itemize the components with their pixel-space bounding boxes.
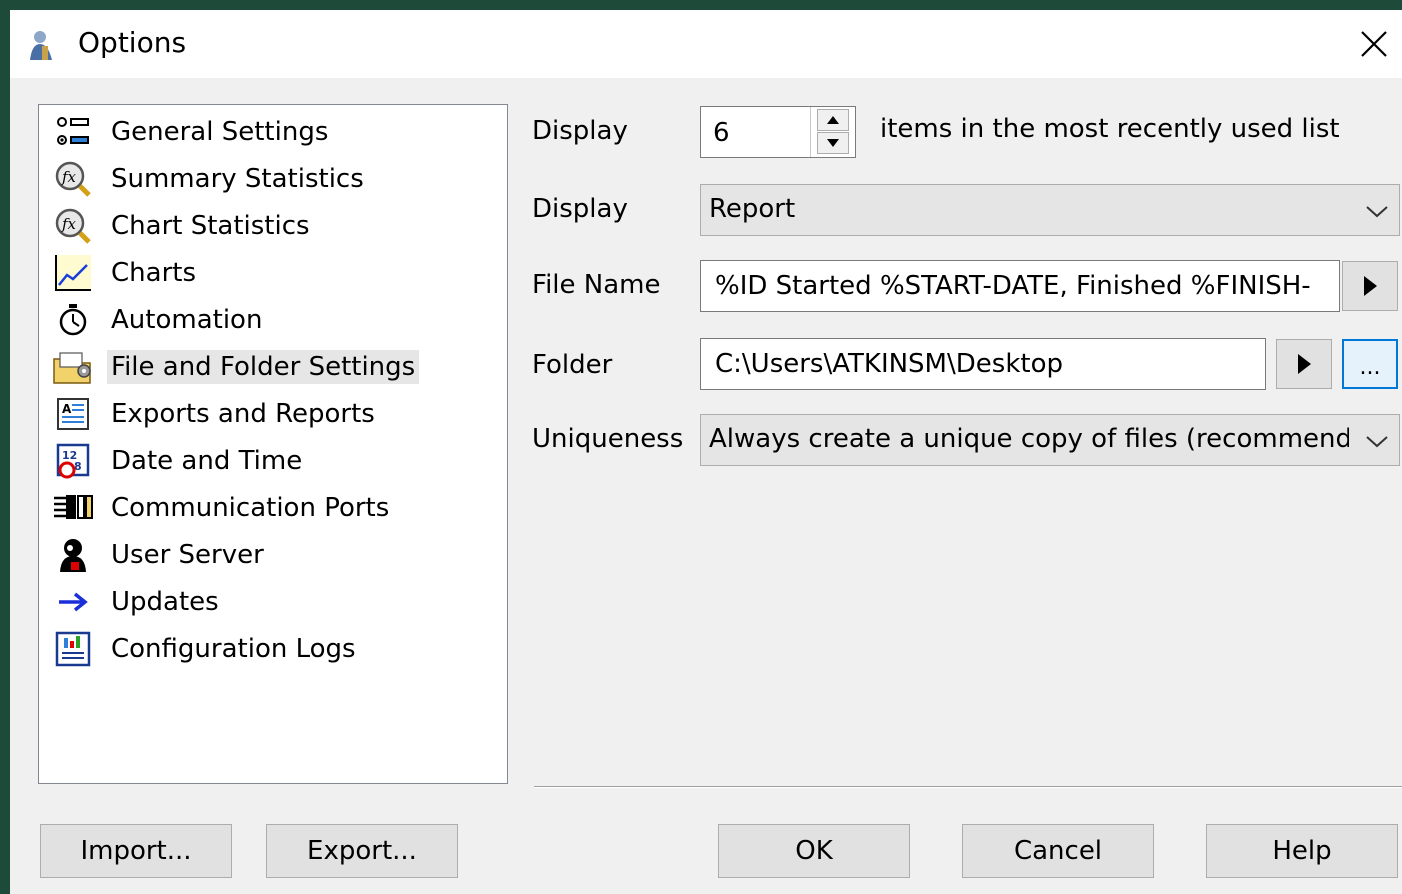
close-button[interactable] — [1346, 10, 1402, 78]
play-arrow-icon — [1298, 354, 1311, 374]
close-icon — [1361, 31, 1387, 57]
tree-item-label: Chart Statistics — [111, 211, 310, 241]
caret-up-icon — [827, 116, 839, 124]
window-title: Options — [78, 26, 187, 59]
tree-item-communication-ports[interactable]: Communication Ports — [51, 485, 393, 531]
tree-item-label: Exports and Reports — [111, 399, 375, 429]
mru-label: Display — [532, 116, 628, 146]
folder-browse-button[interactable]: ... — [1342, 339, 1398, 389]
tree-item-label: General Settings — [111, 117, 329, 147]
config-log-icon — [51, 627, 95, 671]
file-name-field[interactable] — [701, 261, 1339, 311]
file-name-insert-button[interactable] — [1342, 261, 1398, 311]
mru-suffix-text: items in the most recently used list — [880, 114, 1340, 144]
tree-item-exports-and-reports[interactable]: A Exports and Reports — [51, 391, 379, 437]
mru-count-stepper[interactable] — [700, 106, 856, 159]
tree-item-updates[interactable]: Updates — [51, 579, 223, 625]
svg-text:fx: fx — [61, 215, 77, 233]
chevron-down-icon — [1366, 436, 1388, 448]
arrow-right-icon — [51, 580, 95, 624]
tree-item-general-settings[interactable]: General Settings — [51, 109, 332, 155]
tree-item-label: User Server — [111, 540, 264, 570]
line-chart-icon — [51, 251, 95, 295]
export-button[interactable]: Export... — [266, 824, 458, 878]
svg-text:fx: fx — [61, 168, 77, 186]
calendar-clock-icon: 12 8 — [51, 439, 95, 483]
folder-settings-icon — [51, 345, 95, 389]
tree-item-summary-statistics[interactable]: fx Summary Statistics — [51, 156, 368, 202]
tree-item-label: Communication Ports — [111, 493, 390, 523]
tree-item-chart-statistics[interactable]: fx Chart Statistics — [51, 203, 314, 249]
ports-icon — [51, 486, 95, 530]
display-label: Display — [532, 194, 628, 224]
app-icon — [30, 31, 52, 60]
tree-item-user-server[interactable]: User Server — [51, 532, 268, 578]
tree-item-label: Summary Statistics — [111, 164, 364, 194]
folder-input[interactable] — [700, 338, 1266, 390]
tree-item-label: Date and Time — [111, 446, 303, 476]
import-button[interactable]: Import... — [40, 824, 232, 878]
chevron-down-icon — [1366, 206, 1388, 218]
stopwatch-icon — [51, 298, 95, 342]
function-magnifier-icon: fx — [51, 204, 95, 248]
panel-divider — [534, 786, 1402, 788]
tree-item-label: File and Folder Settings — [107, 350, 420, 384]
user-server-icon — [51, 533, 95, 577]
browse-button-label: ... — [1359, 354, 1381, 380]
uniqueness-dropdown[interactable]: Always create a unique copy of files (re… — [700, 414, 1400, 466]
display-dropdown-value: Report — [709, 194, 796, 224]
tree-item-label: Configuration Logs — [111, 634, 356, 664]
report-icon: A — [51, 392, 95, 436]
folder-insert-button[interactable] — [1276, 339, 1332, 389]
settings-list-icon — [51, 110, 95, 154]
tree-item-label: Updates — [111, 587, 219, 617]
ok-button[interactable]: OK — [718, 824, 910, 878]
tree-item-date-and-time[interactable]: 12 8 Date and Time — [51, 438, 306, 484]
svg-text:A: A — [62, 402, 72, 416]
folder-field[interactable] — [701, 339, 1265, 389]
tree-item-configuration-logs[interactable]: Configuration Logs — [51, 626, 360, 672]
title-bar: Options — [10, 10, 1402, 78]
folder-label: Folder — [532, 350, 613, 380]
file-name-input[interactable] — [700, 260, 1340, 312]
spin-down-button[interactable] — [817, 132, 849, 154]
function-magnifier-icon: fx — [51, 157, 95, 201]
tree-item-label: Charts — [111, 258, 196, 288]
tree-item-file-and-folder-settings[interactable]: File and Folder Settings — [51, 344, 420, 390]
file-name-label: File Name — [532, 270, 661, 300]
display-dropdown[interactable]: Report — [700, 184, 1400, 236]
uniqueness-label: Uniqueness — [532, 424, 684, 454]
category-tree[interactable]: General Settings fx Summary Statistics f… — [38, 104, 508, 784]
cancel-button[interactable]: Cancel — [962, 824, 1154, 878]
caret-down-icon — [827, 139, 839, 147]
spin-up-button[interactable] — [817, 109, 849, 131]
play-arrow-icon — [1364, 276, 1377, 296]
options-dialog: Options General Settings fx Summary Stat… — [10, 10, 1402, 894]
uniqueness-dropdown-value: Always create a unique copy of files (re… — [709, 424, 1349, 454]
mru-count-input[interactable] — [701, 107, 823, 159]
tree-item-charts[interactable]: Charts — [51, 250, 200, 296]
tree-item-label: Automation — [111, 305, 263, 335]
tree-item-automation[interactable]: Automation — [51, 297, 266, 343]
help-button[interactable]: Help — [1206, 824, 1398, 878]
